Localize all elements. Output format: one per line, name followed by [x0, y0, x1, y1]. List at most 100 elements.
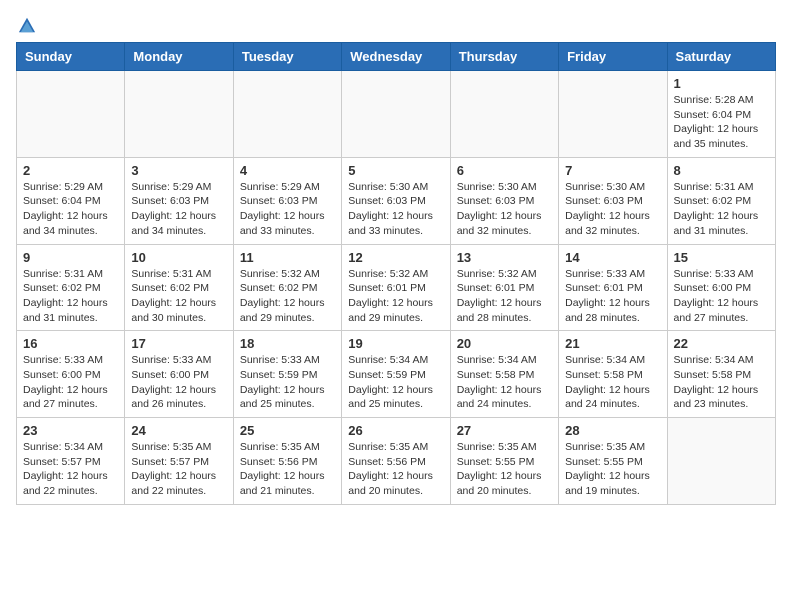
- calendar-cell: 11 Sunrise: 5:32 AM Sunset: 6:02 PM Dayli…: [233, 244, 341, 331]
- calendar-cell: [450, 71, 558, 158]
- calendar-cell: 6 Sunrise: 5:30 AM Sunset: 6:03 PM Daylig…: [450, 157, 558, 244]
- calendar-cell: 15 Sunrise: 5:33 AM Sunset: 6:00 PM Dayli…: [667, 244, 775, 331]
- day-detail: Sunrise: 5:35 AM Sunset: 5:55 PM Dayligh…: [565, 440, 660, 499]
- day-detail: Sunrise: 5:30 AM Sunset: 6:03 PM Dayligh…: [348, 180, 443, 239]
- day-detail: Sunrise: 5:33 AM Sunset: 6:01 PM Dayligh…: [565, 267, 660, 326]
- day-detail: Sunrise: 5:31 AM Sunset: 6:02 PM Dayligh…: [674, 180, 769, 239]
- week-row-3: 9Sunrise: 5:31 AM Sunset: 6:02 PM Daylig…: [17, 244, 776, 331]
- day-number: 27: [457, 423, 552, 438]
- day-number: 20: [457, 336, 552, 351]
- day-detail: Sunrise: 5:35 AM Sunset: 5:56 PM Dayligh…: [240, 440, 335, 499]
- calendar-cell: 17 Sunrise: 5:33 AM Sunset: 6:00 PM Dayli…: [125, 331, 233, 418]
- day-detail: Sunrise: 5:34 AM Sunset: 5:57 PM Dayligh…: [23, 440, 118, 499]
- calendar-cell: 14 Sunrise: 5:33 AM Sunset: 6:01 PM Dayli…: [559, 244, 667, 331]
- calendar-cell: 16 Sunrise: 5:33 AM Sunset: 6:00 PM Dayli…: [17, 331, 125, 418]
- calendar-cell: 12 Sunrise: 5:32 AM Sunset: 6:01 PM Dayli…: [342, 244, 450, 331]
- day-header-monday: Monday: [125, 43, 233, 71]
- day-number: 7: [565, 163, 660, 178]
- day-detail: Sunrise: 5:34 AM Sunset: 5:59 PM Dayligh…: [348, 353, 443, 412]
- day-detail: Sunrise: 5:30 AM Sunset: 6:03 PM Dayligh…: [565, 180, 660, 239]
- day-number: 26: [348, 423, 443, 438]
- day-number: 3: [131, 163, 226, 178]
- header: [16, 16, 776, 30]
- day-number: 1: [674, 76, 769, 91]
- calendar-cell: 24Sunrise: 5:35 AM Sunset: 5:57 PM Dayli…: [125, 418, 233, 505]
- day-number: 17: [131, 336, 226, 351]
- day-number: 8: [674, 163, 769, 178]
- day-number: 10: [131, 250, 226, 265]
- day-detail: Sunrise: 5:33 AM Sunset: 5:59 PM Dayligh…: [240, 353, 335, 412]
- day-header-tuesday: Tuesday: [233, 43, 341, 71]
- calendar-cell: 26Sunrise: 5:35 AM Sunset: 5:56 PM Dayli…: [342, 418, 450, 505]
- day-detail: Sunrise: 5:34 AM Sunset: 5:58 PM Dayligh…: [457, 353, 552, 412]
- day-number: 19: [348, 336, 443, 351]
- calendar-cell: [17, 71, 125, 158]
- calendar-cell: 27 Sunrise: 5:35 AM Sunset: 5:55 PM Dayli…: [450, 418, 558, 505]
- calendar-header-row: SundayMondayTuesdayWednesdayThursdayFrid…: [17, 43, 776, 71]
- day-detail: Sunrise: 5:32 AM Sunset: 6:02 PM Dayligh…: [240, 267, 335, 326]
- calendar-cell: 19 Sunrise: 5:34 AM Sunset: 5:59 PM Dayli…: [342, 331, 450, 418]
- day-detail: Sunrise: 5:30 AM Sunset: 6:03 PM Dayligh…: [457, 180, 552, 239]
- calendar-cell: 3 Sunrise: 5:29 AM Sunset: 6:03 PM Daylig…: [125, 157, 233, 244]
- day-header-thursday: Thursday: [450, 43, 558, 71]
- calendar-cell: 10 Sunrise: 5:31 AM Sunset: 6:02 PM Dayli…: [125, 244, 233, 331]
- day-header-saturday: Saturday: [667, 43, 775, 71]
- day-detail: Sunrise: 5:31 AM Sunset: 6:02 PM Dayligh…: [23, 267, 118, 326]
- calendar-cell: 28Sunrise: 5:35 AM Sunset: 5:55 PM Dayli…: [559, 418, 667, 505]
- calendar-cell: 21 Sunrise: 5:34 AM Sunset: 5:58 PM Dayli…: [559, 331, 667, 418]
- day-number: 23: [23, 423, 118, 438]
- calendar-cell: 22Sunrise: 5:34 AM Sunset: 5:58 PM Dayli…: [667, 331, 775, 418]
- day-number: 11: [240, 250, 335, 265]
- day-detail: Sunrise: 5:31 AM Sunset: 6:02 PM Dayligh…: [131, 267, 226, 326]
- calendar-cell: 13 Sunrise: 5:32 AM Sunset: 6:01 PM Dayli…: [450, 244, 558, 331]
- day-number: 22: [674, 336, 769, 351]
- day-number: 25: [240, 423, 335, 438]
- week-row-2: 2 Sunrise: 5:29 AM Sunset: 6:04 PM Daylig…: [17, 157, 776, 244]
- calendar-cell: 18 Sunrise: 5:33 AM Sunset: 5:59 PM Dayli…: [233, 331, 341, 418]
- day-detail: Sunrise: 5:29 AM Sunset: 6:04 PM Dayligh…: [23, 180, 118, 239]
- calendar-cell: 20 Sunrise: 5:34 AM Sunset: 5:58 PM Dayli…: [450, 331, 558, 418]
- day-number: 13: [457, 250, 552, 265]
- day-number: 14: [565, 250, 660, 265]
- day-number: 12: [348, 250, 443, 265]
- calendar-cell: 25 Sunrise: 5:35 AM Sunset: 5:56 PM Dayli…: [233, 418, 341, 505]
- day-detail: Sunrise: 5:32 AM Sunset: 6:01 PM Dayligh…: [457, 267, 552, 326]
- calendar-cell: [667, 418, 775, 505]
- calendar-cell: 7 Sunrise: 5:30 AM Sunset: 6:03 PM Daylig…: [559, 157, 667, 244]
- day-number: 18: [240, 336, 335, 351]
- day-number: 2: [23, 163, 118, 178]
- day-detail: Sunrise: 5:29 AM Sunset: 6:03 PM Dayligh…: [240, 180, 335, 239]
- day-detail: Sunrise: 5:33 AM Sunset: 6:00 PM Dayligh…: [23, 353, 118, 412]
- calendar-cell: 8 Sunrise: 5:31 AM Sunset: 6:02 PM Daylig…: [667, 157, 775, 244]
- calendar-cell: [342, 71, 450, 158]
- day-detail: Sunrise: 5:33 AM Sunset: 6:00 PM Dayligh…: [131, 353, 226, 412]
- calendar-cell: 5 Sunrise: 5:30 AM Sunset: 6:03 PM Daylig…: [342, 157, 450, 244]
- day-number: 21: [565, 336, 660, 351]
- calendar-cell: [559, 71, 667, 158]
- week-row-1: 1Sunrise: 5:28 AM Sunset: 6:04 PM Daylig…: [17, 71, 776, 158]
- calendar-cell: 1Sunrise: 5:28 AM Sunset: 6:04 PM Daylig…: [667, 71, 775, 158]
- week-row-4: 16 Sunrise: 5:33 AM Sunset: 6:00 PM Dayli…: [17, 331, 776, 418]
- calendar-cell: 23 Sunrise: 5:34 AM Sunset: 5:57 PM Dayli…: [17, 418, 125, 505]
- logo-icon: [18, 16, 36, 34]
- day-detail: Sunrise: 5:33 AM Sunset: 6:00 PM Dayligh…: [674, 267, 769, 326]
- day-number: 4: [240, 163, 335, 178]
- day-number: 5: [348, 163, 443, 178]
- day-number: 6: [457, 163, 552, 178]
- calendar-cell: [233, 71, 341, 158]
- day-detail: Sunrise: 5:35 AM Sunset: 5:55 PM Dayligh…: [457, 440, 552, 499]
- day-number: 15: [674, 250, 769, 265]
- day-number: 24: [131, 423, 226, 438]
- day-header-sunday: Sunday: [17, 43, 125, 71]
- day-number: 16: [23, 336, 118, 351]
- calendar: SundayMondayTuesdayWednesdayThursdayFrid…: [16, 42, 776, 505]
- calendar-cell: 9Sunrise: 5:31 AM Sunset: 6:02 PM Daylig…: [17, 244, 125, 331]
- calendar-cell: 2 Sunrise: 5:29 AM Sunset: 6:04 PM Daylig…: [17, 157, 125, 244]
- calendar-cell: [125, 71, 233, 158]
- day-detail: Sunrise: 5:29 AM Sunset: 6:03 PM Dayligh…: [131, 180, 226, 239]
- day-detail: Sunrise: 5:32 AM Sunset: 6:01 PM Dayligh…: [348, 267, 443, 326]
- day-detail: Sunrise: 5:34 AM Sunset: 5:58 PM Dayligh…: [565, 353, 660, 412]
- week-row-5: 23 Sunrise: 5:34 AM Sunset: 5:57 PM Dayli…: [17, 418, 776, 505]
- day-header-wednesday: Wednesday: [342, 43, 450, 71]
- logo: [16, 16, 36, 30]
